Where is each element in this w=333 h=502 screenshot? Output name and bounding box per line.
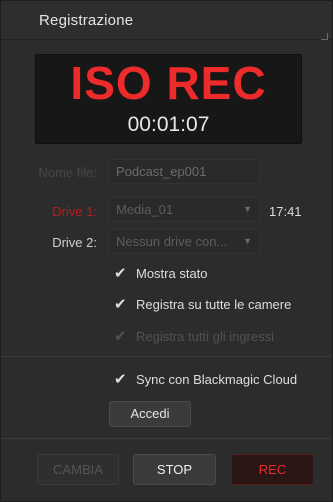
record-all-cameras-label: Registra su tutte le camere — [136, 297, 292, 312]
resize-corner-icon — [321, 33, 328, 40]
panel-title: Registrazione — [39, 12, 134, 29]
recording-panel: Registrazione ISO REC 00:01:07 Nome file… — [0, 0, 333, 502]
stop-button[interactable]: STOP — [133, 454, 216, 485]
change-button: CAMBIA — [37, 454, 119, 485]
chevron-down-icon: ▼ — [243, 204, 252, 214]
file-name-label: Nome file: — [38, 165, 97, 180]
drive1-label: Drive 1: — [52, 204, 97, 219]
sync-cloud-label: Sync con Blackmagic Cloud — [136, 372, 298, 387]
show-status-label: Mostra stato — [136, 266, 208, 281]
checkmark-icon: ✔ — [114, 371, 127, 388]
drive1-select[interactable]: Media_01 ▼ — [108, 197, 261, 222]
drive1-remaining-time: 17:41 — [269, 204, 302, 219]
record-all-inputs-label: Registra tutti gli ingressi — [136, 329, 274, 344]
drive2-select[interactable]: Nessun drive con... ▼ — [108, 229, 261, 254]
divider — [1, 438, 332, 439]
divider — [1, 356, 332, 357]
timecode: 00:01:07 — [127, 113, 210, 136]
drive2-value: Nessun drive con... — [116, 234, 228, 249]
chevron-down-icon: ▼ — [243, 236, 252, 246]
checkmark-icon: ✔ — [114, 265, 127, 282]
login-button[interactable]: Accedi — [109, 401, 191, 427]
file-name-input: Podcast_ep001 — [108, 159, 261, 184]
rec-status-text: ISO REC — [70, 57, 267, 109]
panel-header: Registrazione — [1, 1, 332, 40]
checkmark-icon: ✔ — [114, 296, 127, 313]
file-name-value: Podcast_ep001 — [116, 164, 207, 179]
checkmark-icon: ✔ — [114, 328, 127, 345]
drive1-value: Media_01 — [116, 202, 174, 217]
drive2-label: Drive 2: — [52, 235, 97, 250]
rec-button[interactable]: REC — [231, 454, 314, 485]
record-status-display: ISO REC 00:01:07 — [35, 54, 302, 144]
